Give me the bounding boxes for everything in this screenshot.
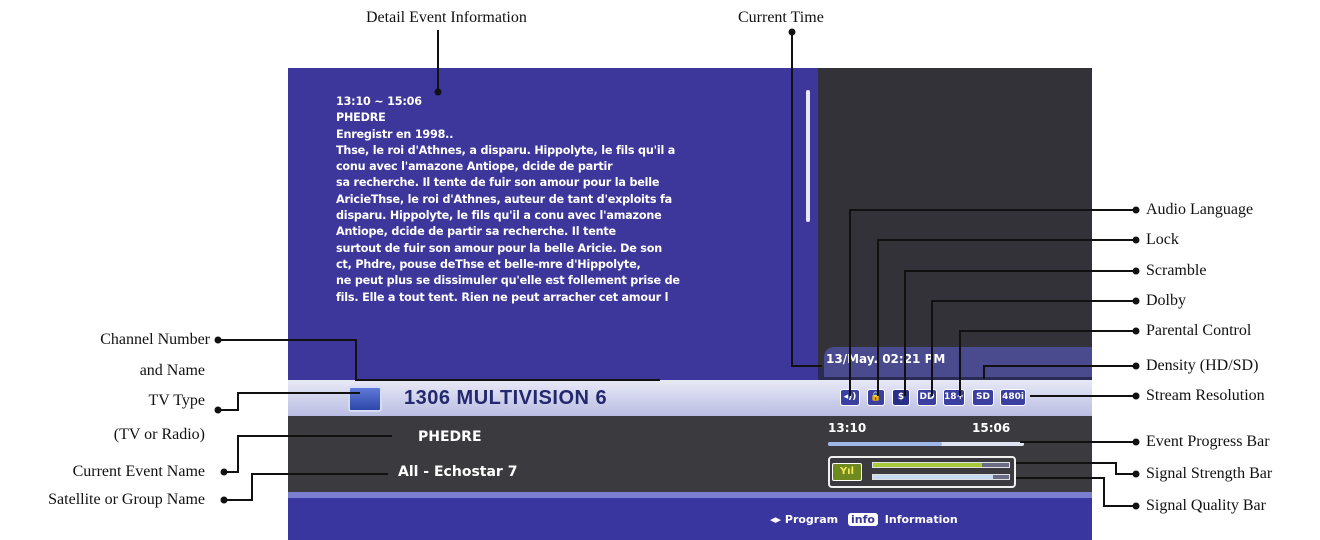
- detail-event-text: 13:10 ~ 15:06 PHEDRE Enregistr en 1998..…: [336, 94, 806, 306]
- callout-scramble: Scramble: [1146, 262, 1207, 279]
- density-icon: SD: [972, 389, 994, 406]
- callout-detail-event-information: Detail Event Information: [366, 9, 527, 26]
- callout-satellite-or-group-name: Satellite or Group Name: [48, 491, 205, 508]
- stream-resolution-icon: 480i: [1000, 389, 1026, 406]
- callout-tv-type: TV Type: [148, 392, 205, 409]
- left-right-arrows-icon[interactable]: ◂▸: [770, 513, 781, 526]
- detail-line: fils. Elle a tout tent. Rien ne peut arr…: [336, 290, 669, 304]
- dolby-icon: DD: [917, 389, 937, 406]
- detail-line: disparu. Hippolyte, le fils qu'il a conu…: [336, 209, 662, 223]
- callout-tv-or-radio: (TV or Radio): [113, 426, 205, 443]
- detail-scrollbar[interactable]: [806, 90, 810, 222]
- event-start-time: 13:10: [828, 421, 867, 435]
- callout-dolby: Dolby: [1146, 292, 1186, 309]
- footer-nav: ◂▸ Program info Information: [770, 513, 958, 526]
- info-key-icon[interactable]: info: [847, 513, 878, 526]
- current-time: 13/May. 02:21 PM: [826, 352, 946, 366]
- detail-line: ct, Phdre, pouse deThse et belle-mre d'H…: [336, 257, 641, 271]
- detail-line: Enregistr en 1998..: [336, 127, 454, 141]
- detail-line: 13:10 ~ 15:06: [336, 95, 422, 108]
- callout-stream-resolution: Stream Resolution: [1146, 387, 1265, 404]
- callout-current-time: Current Time: [738, 9, 824, 26]
- callout-lock: Lock: [1146, 231, 1179, 248]
- detail-line: AricieThse, le roi d'Athnes, auteur de t…: [336, 192, 673, 206]
- satellite-or-group-name: All - Echostar 7: [398, 464, 518, 480]
- callout-event-progress-bar: Event Progress Bar: [1146, 433, 1270, 450]
- detail-line: ne peut plus se dissimuler qu'elle est f…: [336, 274, 680, 288]
- signal-icon: Yıl: [832, 463, 862, 481]
- parental-control-icon: 18+: [943, 389, 965, 406]
- signal-strength-fill: [873, 463, 982, 467]
- signal-quality-fill: [873, 475, 993, 479]
- footer-bar: [288, 498, 1092, 540]
- callout-parental-control: Parental Control: [1146, 322, 1252, 339]
- information-label: Information: [884, 513, 958, 526]
- callout-current-event-name: Current Event Name: [72, 463, 205, 480]
- detail-line: Antiope, dcide de partir sa recherche. I…: [336, 225, 616, 239]
- current-event-name: PHEDRE: [418, 429, 482, 445]
- detail-line: PHEDRE: [336, 111, 386, 125]
- program-label: Program: [784, 513, 839, 526]
- event-progress-fill: [828, 442, 942, 446]
- callout-density: Density (HD/SD): [1146, 357, 1259, 374]
- tv-screen: 13:10 ~ 15:06 PHEDRE Enregistr en 1998..…: [288, 68, 1092, 540]
- detail-line: sa recherche. Il tente de fuir son amour…: [336, 176, 660, 190]
- audio-language-icon: ◂)): [840, 389, 860, 406]
- tv-type-icon: [348, 386, 382, 412]
- event-end-time: 15:06: [972, 421, 1011, 435]
- lock-icon: 🔒: [867, 389, 885, 406]
- callout-channel-number: Channel Number: [100, 331, 210, 348]
- video-area: [818, 68, 1092, 368]
- detail-line: surtout de fuir son amour pour la belle …: [336, 241, 663, 255]
- callout-signal-quality-bar: Signal Quality Bar: [1146, 497, 1266, 514]
- scramble-icon: $: [892, 389, 910, 406]
- callout-signal-strength-bar: Signal Strength Bar: [1146, 465, 1273, 482]
- channel-number-and-name: 1306 MULTIVISION 6: [404, 387, 608, 409]
- detail-line: conu avec l'amazone Antiope, dcide de pa…: [336, 160, 613, 174]
- callout-audio-language: Audio Language: [1146, 201, 1254, 218]
- detail-line: Thse, le roi d'Athnes, a disparu. Hippol…: [336, 143, 676, 157]
- callout-and-name: and Name: [139, 362, 205, 379]
